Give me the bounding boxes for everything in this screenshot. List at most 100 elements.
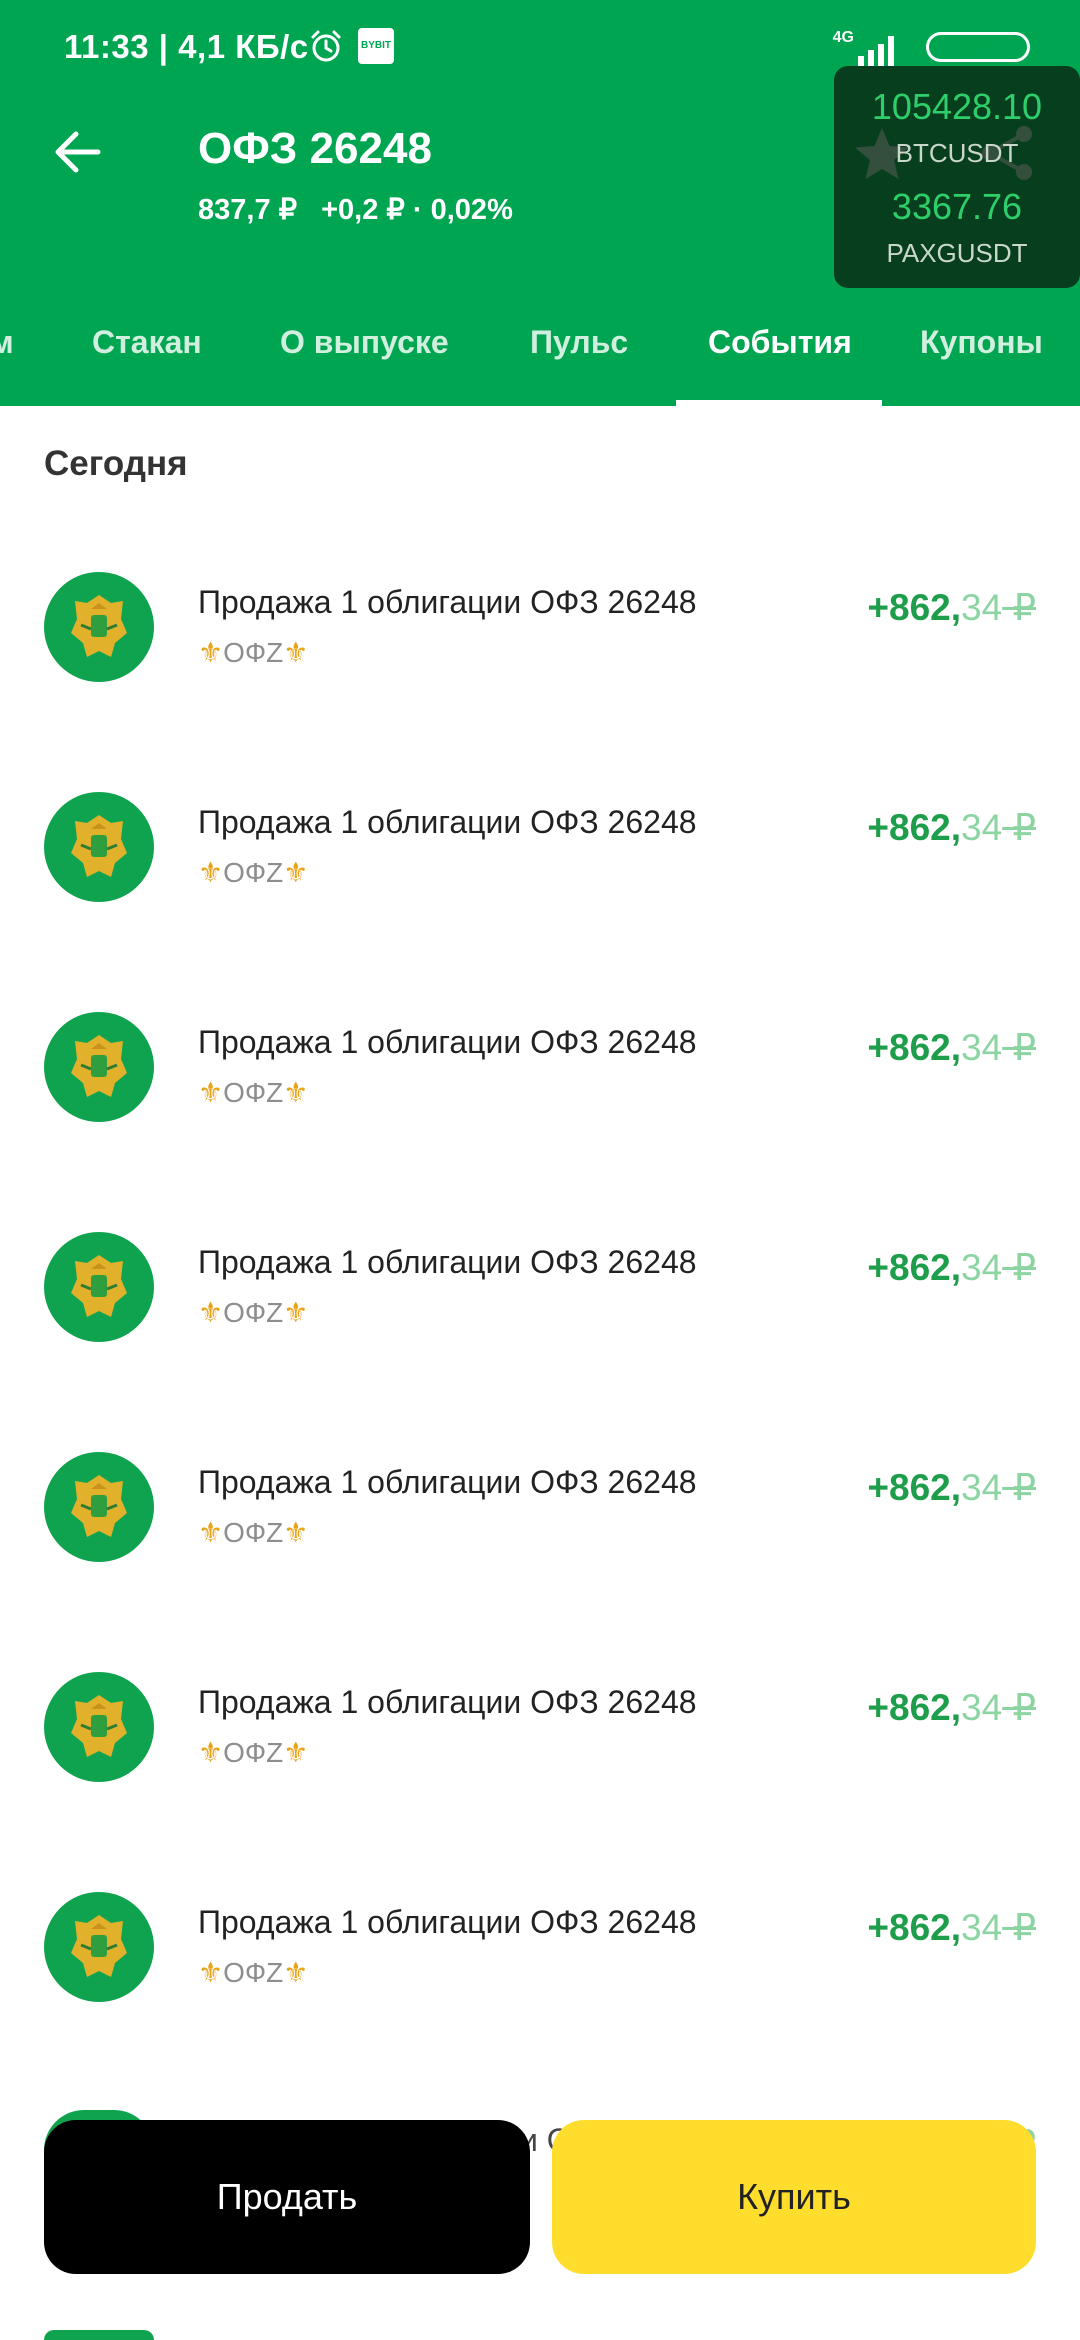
event-tag: ОФZ xyxy=(223,1517,284,1548)
event-subtitle: ⚜ОФZ⚜ xyxy=(198,1296,308,1329)
btc-symbol: BTCUSDT xyxy=(895,138,1019,168)
event-title: Продажа 1 облигации ОФЗ 26248 xyxy=(198,1244,697,1280)
amount-fraction: 34 xyxy=(961,1247,1003,1288)
event-amount: +862,34 ₽ xyxy=(867,806,1036,849)
event-title: Продажа 1 облигации ОФЗ 26248 xyxy=(198,804,697,840)
event-amount: +862,34 ₽ xyxy=(867,586,1036,629)
amount-currency: ₽ xyxy=(1002,587,1036,628)
event-tag: ОФZ xyxy=(223,1297,284,1328)
russian-coat-of-arms-icon xyxy=(71,1915,127,1977)
crypto-ticker-overlay[interactable]: 105428.10 BTCUSDT 3367.76 PAXGUSDT xyxy=(834,66,1080,288)
signal-strength-icon xyxy=(858,36,894,66)
amount-integer: +862, xyxy=(867,1907,962,1948)
fleur-de-lis-icon: ⚜ xyxy=(198,1517,224,1548)
amount-integer: +862, xyxy=(867,807,962,848)
battery-level: 65 xyxy=(966,36,990,58)
amount-currency: ₽ xyxy=(1002,1687,1036,1728)
russian-coat-of-arms-icon xyxy=(71,815,127,877)
event-amount: +862,34 ₽ xyxy=(867,1026,1036,1069)
tab-about-issue[interactable]: О выпуске xyxy=(280,324,449,361)
fleur-de-lis-icon: ⚜ xyxy=(283,637,309,668)
amount-integer: +862, xyxy=(867,587,962,628)
tab-events[interactable]: События xyxy=(708,324,852,361)
event-title: Продажа 1 облигации ОФЗ 26248 xyxy=(198,1024,697,1060)
list-item[interactable]: Продажа 1 облигации ОФЗ 26248 ⚜ОФZ⚜ +862,3… xyxy=(0,548,1080,768)
alarm-clock-icon xyxy=(311,30,341,62)
avatar xyxy=(44,1232,154,1342)
list-item[interactable]: Продажа 1 облигации ОФЗ 26248 ⚜ОФZ⚜ +862,3… xyxy=(0,1648,1080,1868)
battery-indicator: 65 xyxy=(926,32,1030,62)
list-item[interactable]: Продажа 1 облигации ОФЗ 26248 ⚜ОФZ⚜ +862,3… xyxy=(0,1428,1080,1648)
avatar xyxy=(44,572,154,682)
fleur-de-lis-icon: ⚜ xyxy=(283,1517,309,1548)
event-subtitle: ⚜ОФZ⚜ xyxy=(198,856,308,889)
amount-fraction: 34 xyxy=(961,1467,1003,1508)
tab-coupons[interactable]: Купоны xyxy=(920,324,1043,361)
amount-fraction: 34 xyxy=(961,587,1003,628)
event-tag: ОФZ xyxy=(223,1957,284,1988)
fleur-de-lis-icon: ⚜ xyxy=(283,1297,309,1328)
russian-coat-of-arms-icon xyxy=(71,595,127,657)
event-amount: +862,34 ₽ xyxy=(867,1466,1036,1509)
event-subtitle: ⚜ОФZ⚜ xyxy=(198,1736,308,1769)
fleur-de-lis-icon: ⚜ xyxy=(198,1957,224,1988)
amount-currency: ₽ xyxy=(1002,1027,1036,1068)
fleur-de-lis-icon: ⚜ xyxy=(283,1077,309,1108)
avatar xyxy=(44,1012,154,1122)
sell-button[interactable]: Продать xyxy=(44,2120,530,2274)
event-subtitle: ⚜ОФZ⚜ xyxy=(198,636,308,669)
russian-coat-of-arms-icon xyxy=(71,1035,127,1097)
price-info: 837,7 ₽ +0,2 ₽ · 0,02% xyxy=(198,192,513,227)
fleur-de-lis-icon: ⚜ xyxy=(198,637,224,668)
list-item[interactable]: Продажа 1 облигации ОФЗ 26248 ⚜ОФZ⚜ +862,3… xyxy=(0,988,1080,1208)
amount-currency: ₽ xyxy=(1002,1247,1036,1288)
event-subtitle: ⚜ОФZ⚜ xyxy=(198,1516,308,1549)
section-title-today: Сегодня xyxy=(44,444,188,483)
amount-integer: +862, xyxy=(867,1247,962,1288)
amount-fraction: 34 xyxy=(961,1907,1003,1948)
arrow-left-icon[interactable] xyxy=(50,124,106,180)
list-item[interactable]: Продажа 1 облигации ОФЗ 26248 ⚜ОФZ⚜ +862,3… xyxy=(0,768,1080,988)
paxg-symbol: PAXGUSDT xyxy=(886,238,1028,268)
active-tab-indicator xyxy=(676,400,882,406)
price-change: +0,2 ₽ · 0,02% xyxy=(321,194,513,226)
fleur-de-lis-icon: ⚜ xyxy=(198,1297,224,1328)
event-subtitle: ⚜ОФZ⚜ xyxy=(198,1076,308,1109)
buy-button[interactable]: Купить xyxy=(552,2120,1036,2274)
tab-orderbook[interactable]: Стакан xyxy=(92,324,202,361)
fleur-de-lis-icon: ⚜ xyxy=(283,1737,309,1768)
amount-currency: ₽ xyxy=(1002,807,1036,848)
amount-fraction: 34 xyxy=(961,1687,1003,1728)
amount-integer: +862, xyxy=(867,1467,962,1508)
bybit-app-icon: BYBIT xyxy=(358,28,394,64)
russian-coat-of-arms-icon xyxy=(71,1475,127,1537)
fleur-de-lis-icon: ⚜ xyxy=(198,857,224,888)
status-time: 11:33 | 4,1 КБ/с xyxy=(64,28,309,65)
event-subtitle: ⚜ОФZ⚜ xyxy=(198,1956,308,1989)
russian-coat-of-arms-icon xyxy=(71,1255,127,1317)
list-item[interactable]: Продажа 1 облигации ОФЗ 26248 ⚜ОФZ⚜ +862,3… xyxy=(0,1868,1080,2088)
tab-partial-left[interactable]: м xyxy=(0,324,14,361)
russian-coat-of-arms-icon xyxy=(71,1695,127,1757)
fleur-de-lis-icon: ⚜ xyxy=(198,1077,224,1108)
avatar xyxy=(44,1892,154,2002)
amount-fraction: 34 xyxy=(961,1027,1003,1068)
event-title: Продажа 1 облигации ОФЗ 26248 xyxy=(198,1684,697,1720)
avatar xyxy=(44,792,154,902)
event-amount: +862,34 ₽ xyxy=(867,1906,1036,1949)
current-price: 837,7 ₽ xyxy=(198,194,298,226)
fleur-de-lis-icon: ⚜ xyxy=(283,1957,309,1988)
page-title: ОФЗ 26248 xyxy=(198,124,432,173)
amount-currency: ₽ xyxy=(1002,1907,1036,1948)
tab-pulse[interactable]: Пульс xyxy=(530,324,628,361)
amount-fraction: 34 xyxy=(961,807,1003,848)
event-title: Продажа 1 облигации ОФЗ 26248 xyxy=(198,1904,697,1940)
header: 11:33 | 4,1 КБ/с BYBIT 4G 65 ОФЗ 26248 8… xyxy=(0,0,1080,406)
btc-price: 105428.10 xyxy=(871,86,1043,127)
amount-currency: ₽ xyxy=(1002,1467,1036,1508)
event-tag: ОФZ xyxy=(223,1077,284,1108)
fleur-de-lis-icon: ⚜ xyxy=(283,857,309,888)
avatar xyxy=(44,1672,154,1782)
list-item[interactable]: Продажа 1 облигации ОФЗ 26248 ⚜ОФZ⚜ +862,3… xyxy=(0,1208,1080,1428)
tab-bar: м Стакан О выпуске Пульс События Купоны xyxy=(0,296,1080,406)
